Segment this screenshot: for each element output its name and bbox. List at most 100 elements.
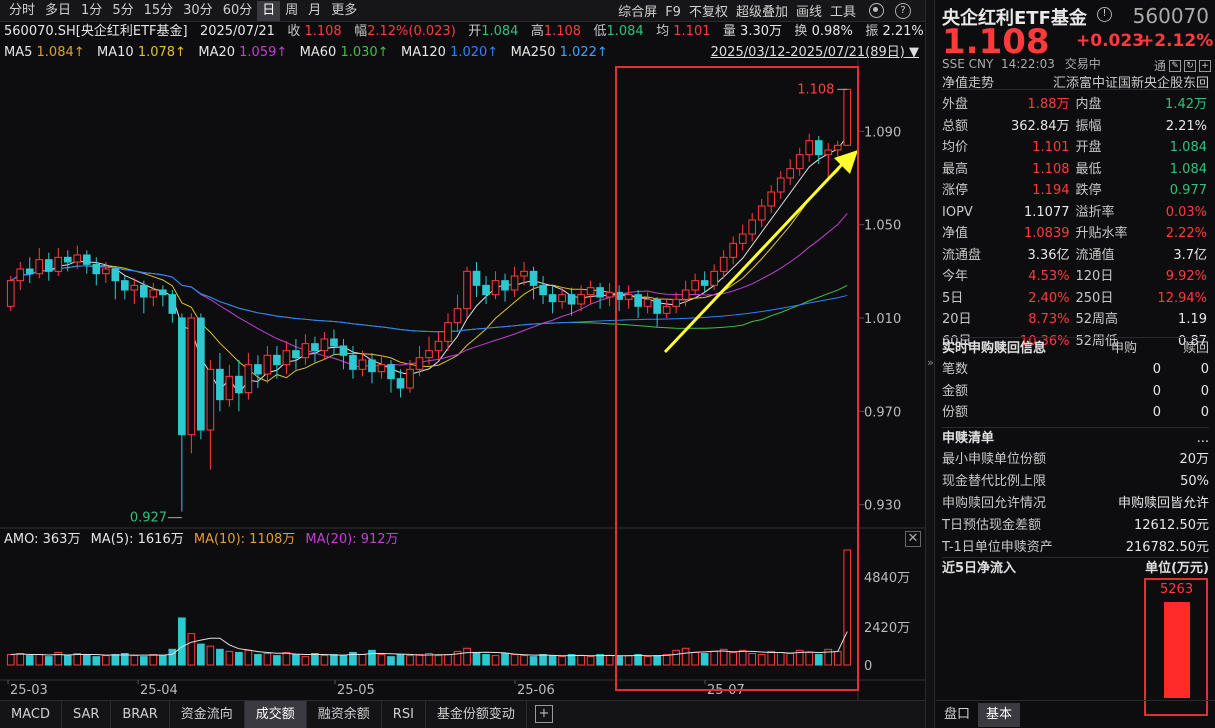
redemption-row: 现金替代比例上限50% [942, 471, 1209, 493]
quote-time: 14:22:03 [1001, 57, 1055, 71]
indicator-tab-1[interactable]: SAR [62, 701, 111, 728]
volume-bar [416, 655, 423, 665]
volume-bar [245, 650, 252, 665]
candle-body [45, 260, 52, 272]
volume-bar [321, 656, 328, 665]
more-icon[interactable]: ... [1197, 428, 1209, 449]
add-icon[interactable]: + [1199, 60, 1211, 72]
stat-value: 9.92% [1166, 266, 1207, 288]
volume-bar [264, 654, 271, 666]
volume-bar [17, 654, 24, 666]
candle-body [388, 365, 395, 379]
volume-bar [407, 656, 414, 665]
indicator-tab-2[interactable]: BRAR [111, 701, 169, 728]
volume-bar [587, 657, 594, 665]
panel-tab-1[interactable]: 基本 [978, 703, 1020, 727]
indicator-tab-6[interactable]: RSI [382, 701, 426, 728]
volume-bar [74, 654, 81, 666]
volume-bar [530, 657, 537, 665]
stat-value: 12.94% [1157, 288, 1207, 310]
stat-value: 2.21% [1166, 116, 1207, 138]
stat-label: 5日 [942, 288, 963, 310]
indicator-tab-5[interactable]: 融资余额 [307, 701, 382, 728]
panel-divider[interactable]: » [925, 0, 935, 728]
candle-body [321, 339, 328, 351]
indicator-tab-7[interactable]: 基金份额变动 [426, 701, 527, 728]
candle-body [435, 341, 442, 350]
candle-body [606, 292, 613, 297]
redemption-list: 最小申赎单位份额20万现金替代比例上限50%申购赎回允许情况申购赎回皆允许T日预… [942, 449, 1209, 559]
index-name-label: 汇添富中证国新央企股东回 [1053, 72, 1209, 89]
candle-body [141, 285, 148, 297]
stat-value: 1.88万 [1028, 94, 1070, 116]
stat-label: 净值 [942, 223, 968, 245]
candle-body [102, 269, 109, 274]
panel-tab-0[interactable]: 盘口 [936, 703, 978, 727]
stat-cell: 最低1.084 [1076, 159, 1210, 181]
redemption-row: 申购赎回允许情况申购赎回皆允许 [942, 493, 1209, 515]
amo-ma20-value: MA(20): 912万 [305, 532, 398, 547]
redemption-value: 12612.50元 [1134, 515, 1209, 537]
subscription-row: 笔数00 [942, 359, 1209, 381]
stock-app: { "toolbar": { "tabs": ["分时","多日","1分","… [0, 0, 1215, 728]
volume-bar [473, 652, 480, 665]
candle-body [283, 351, 290, 365]
candle-body [207, 369, 214, 430]
indicator-tab-3[interactable]: 资金流向 [170, 701, 245, 728]
candle-body [331, 339, 338, 346]
candle-body [454, 309, 461, 323]
candle-body [226, 376, 233, 399]
stat-cell: 升贴水率2.22% [1076, 223, 1210, 245]
edit-icon[interactable]: ✎ [1169, 60, 1181, 72]
info-icon[interactable]: ! [1097, 7, 1112, 22]
volume-bar [549, 656, 556, 665]
stat-label: 内盘 [1076, 94, 1102, 116]
stat-label: 流通值 [1076, 245, 1115, 267]
indicator-tab-4[interactable]: 成交额 [245, 701, 307, 728]
volume-bar [102, 656, 109, 665]
candle-body [131, 285, 138, 290]
netflow-bar [1164, 602, 1190, 698]
volume-bar [207, 646, 214, 665]
stat-value: 0.03% [1166, 202, 1207, 224]
refresh-icon[interactable]: ↻ [1184, 60, 1196, 72]
stat-cell: 外盘1.88万 [942, 94, 1076, 116]
collapse-chevron-icon[interactable]: » [927, 356, 934, 369]
subscription-label: 份额 [942, 402, 1113, 424]
stat-cell: 跌停0.977 [1076, 180, 1210, 202]
add-indicator-icon[interactable]: + [535, 705, 553, 723]
stat-value: 1.108 [1032, 159, 1069, 181]
volume-bar [26, 656, 33, 665]
stat-cell: 最高1.108 [942, 159, 1076, 181]
close-indicator-icon[interactable]: ✕ [905, 531, 921, 547]
candle-body [340, 346, 347, 355]
stat-value: 3.36亿 [1028, 245, 1070, 267]
stat-label: 总额 [942, 116, 968, 138]
candle-body [121, 281, 128, 290]
price-tick-label: 0.970 [864, 405, 901, 420]
stat-value: 1.084 [1170, 137, 1207, 159]
candle-body [597, 288, 604, 297]
indicator-tab-0[interactable]: MACD [0, 701, 62, 728]
volume-bar [397, 655, 404, 665]
stat-cell: 52周高1.19 [1076, 309, 1210, 331]
stat-row: 20日8.73%52周高1.19 [942, 309, 1209, 331]
volume-bar [64, 656, 71, 665]
stat-row: 均价1.101开盘1.084 [942, 137, 1209, 159]
candle-body [530, 271, 537, 285]
subscription-value: 0 [1161, 359, 1209, 381]
candle-body [378, 365, 385, 372]
indicator-tabs: MACDSARBRAR资金流向成交额融资余额RSI基金份额变动 + [0, 700, 925, 728]
candle-body [245, 365, 252, 393]
volume-bar [521, 656, 528, 665]
candle-body [350, 355, 357, 369]
candle-body [293, 351, 300, 358]
volume-bar [340, 656, 347, 665]
stat-label: 涨停 [942, 180, 968, 202]
candle-body [302, 344, 309, 358]
stat-value: 1.101 [1032, 137, 1069, 159]
stat-row: 最高1.108最低1.084 [942, 159, 1209, 181]
nav-row[interactable]: 净值走势 汇添富中证国新央企股东回 [942, 72, 1209, 90]
candle-body [179, 318, 186, 435]
stat-cell: 总额362.84万 [942, 116, 1076, 138]
